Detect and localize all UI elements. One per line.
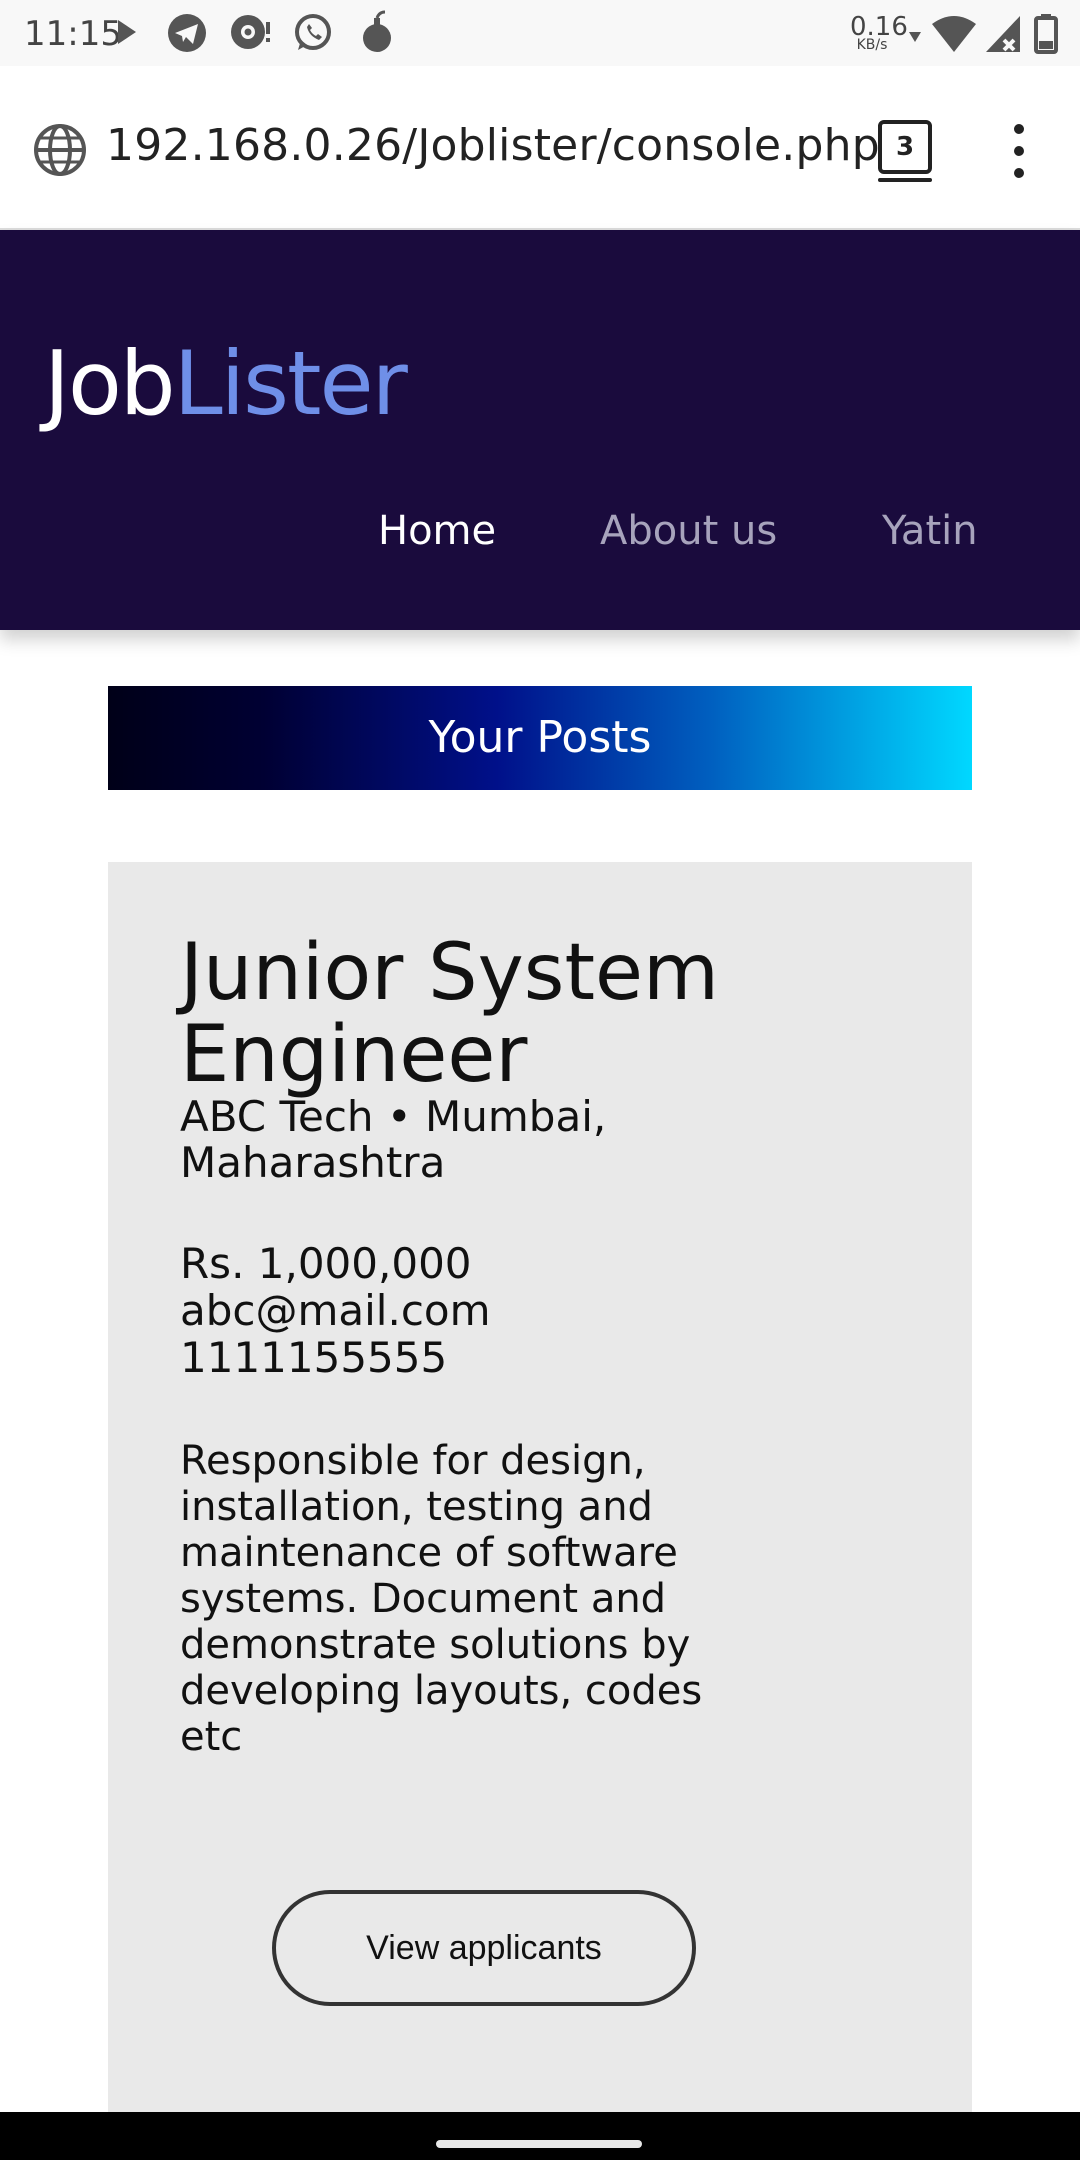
job-card: Junior System Engineer ABC Tech • Mumbai… [108,862,972,2122]
nav-about-link[interactable]: About us [600,508,777,554]
tab-switcher-button[interactable]: 3 [878,120,932,182]
chat-icon [231,15,270,49]
screen: 11:15 0.16 KB/s 192.168.0.26/Joblister/c… [0,0,1080,2160]
wifi-icon [932,16,976,52]
site-header: JobLister Home About us Yatin [0,230,1080,630]
play-icon [118,20,136,44]
battery-icon [1034,14,1058,54]
job-meta: Rs. 1,000,000 abc@mail.com 1111155555 [180,1240,491,1381]
logo-text-primary: Job [44,332,176,435]
whatsapp-icon [295,14,331,50]
url-field[interactable]: 192.168.0.26/Joblister/console.php [106,120,880,171]
bomb-icon [363,10,391,52]
your-posts-banner: Your Posts [108,686,972,790]
main-nav: Home About us Yatin [0,508,1080,568]
job-email: abc@mail.com [180,1286,491,1335]
job-description: Responsible for design, installation, te… [180,1438,703,1760]
data-arrow-icon [909,32,921,42]
job-title: Junior System Engineer [180,928,719,1100]
home-gesture-handle[interactable] [436,2140,642,2148]
network-speed: 0.16 KB/s [850,14,908,52]
system-nav-bar [0,2112,1080,2160]
more-options-icon[interactable] [1004,124,1034,180]
globe-icon [34,124,86,176]
logo-text-accent: Lister [173,332,408,435]
nav-home-link[interactable]: Home [378,508,496,554]
job-company-location: ABC Tech • Mumbai, Maharashtra [180,1092,607,1187]
job-salary: Rs. 1,000,000 [180,1239,472,1288]
signal-icon [986,16,1020,52]
site-logo[interactable]: JobLister [44,340,408,428]
view-applicants-button[interactable]: View applicants [272,1890,696,2006]
status-bar: 11:15 0.16 KB/s [0,0,1080,66]
browser-url-bar: 192.168.0.26/Joblister/console.php 3 [0,66,1080,230]
status-time: 11:15 [24,14,122,54]
telegram-icon [168,14,206,52]
job-phone: 1111155555 [180,1333,448,1382]
nav-user-link[interactable]: Yatin [882,508,978,554]
